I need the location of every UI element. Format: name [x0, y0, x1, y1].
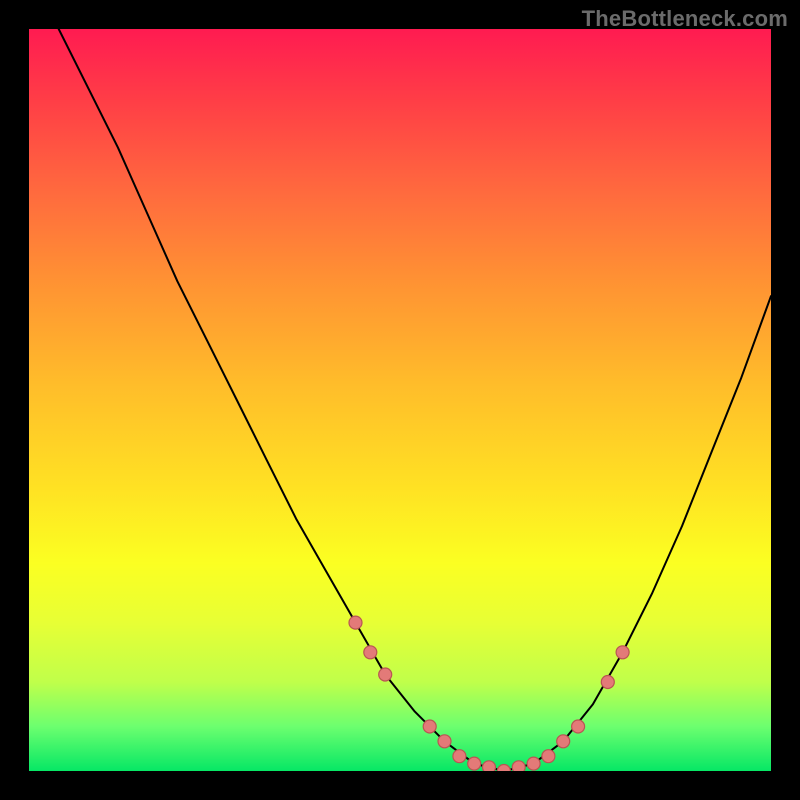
highlight-dot [542, 750, 555, 763]
highlight-dot [453, 750, 466, 763]
highlight-dot [497, 765, 510, 772]
highlight-dot [557, 735, 570, 748]
highlight-dot [527, 757, 540, 770]
highlight-dot [423, 720, 436, 733]
plot-svg [29, 29, 771, 771]
highlight-dot [349, 616, 362, 629]
chart-stage: TheBottleneck.com [0, 0, 800, 800]
highlight-dot [572, 720, 585, 733]
highlight-dot [483, 761, 496, 771]
highlight-dot [379, 668, 392, 681]
highlight-dot [512, 761, 525, 771]
highlight-dot [616, 646, 629, 659]
highlight-dot [468, 757, 481, 770]
bottleneck-curve [29, 29, 771, 771]
highlight-dot [364, 646, 377, 659]
highlight-dot [601, 676, 614, 689]
highlight-dots [349, 616, 629, 771]
highlight-dot [438, 735, 451, 748]
plot-area [29, 29, 771, 771]
